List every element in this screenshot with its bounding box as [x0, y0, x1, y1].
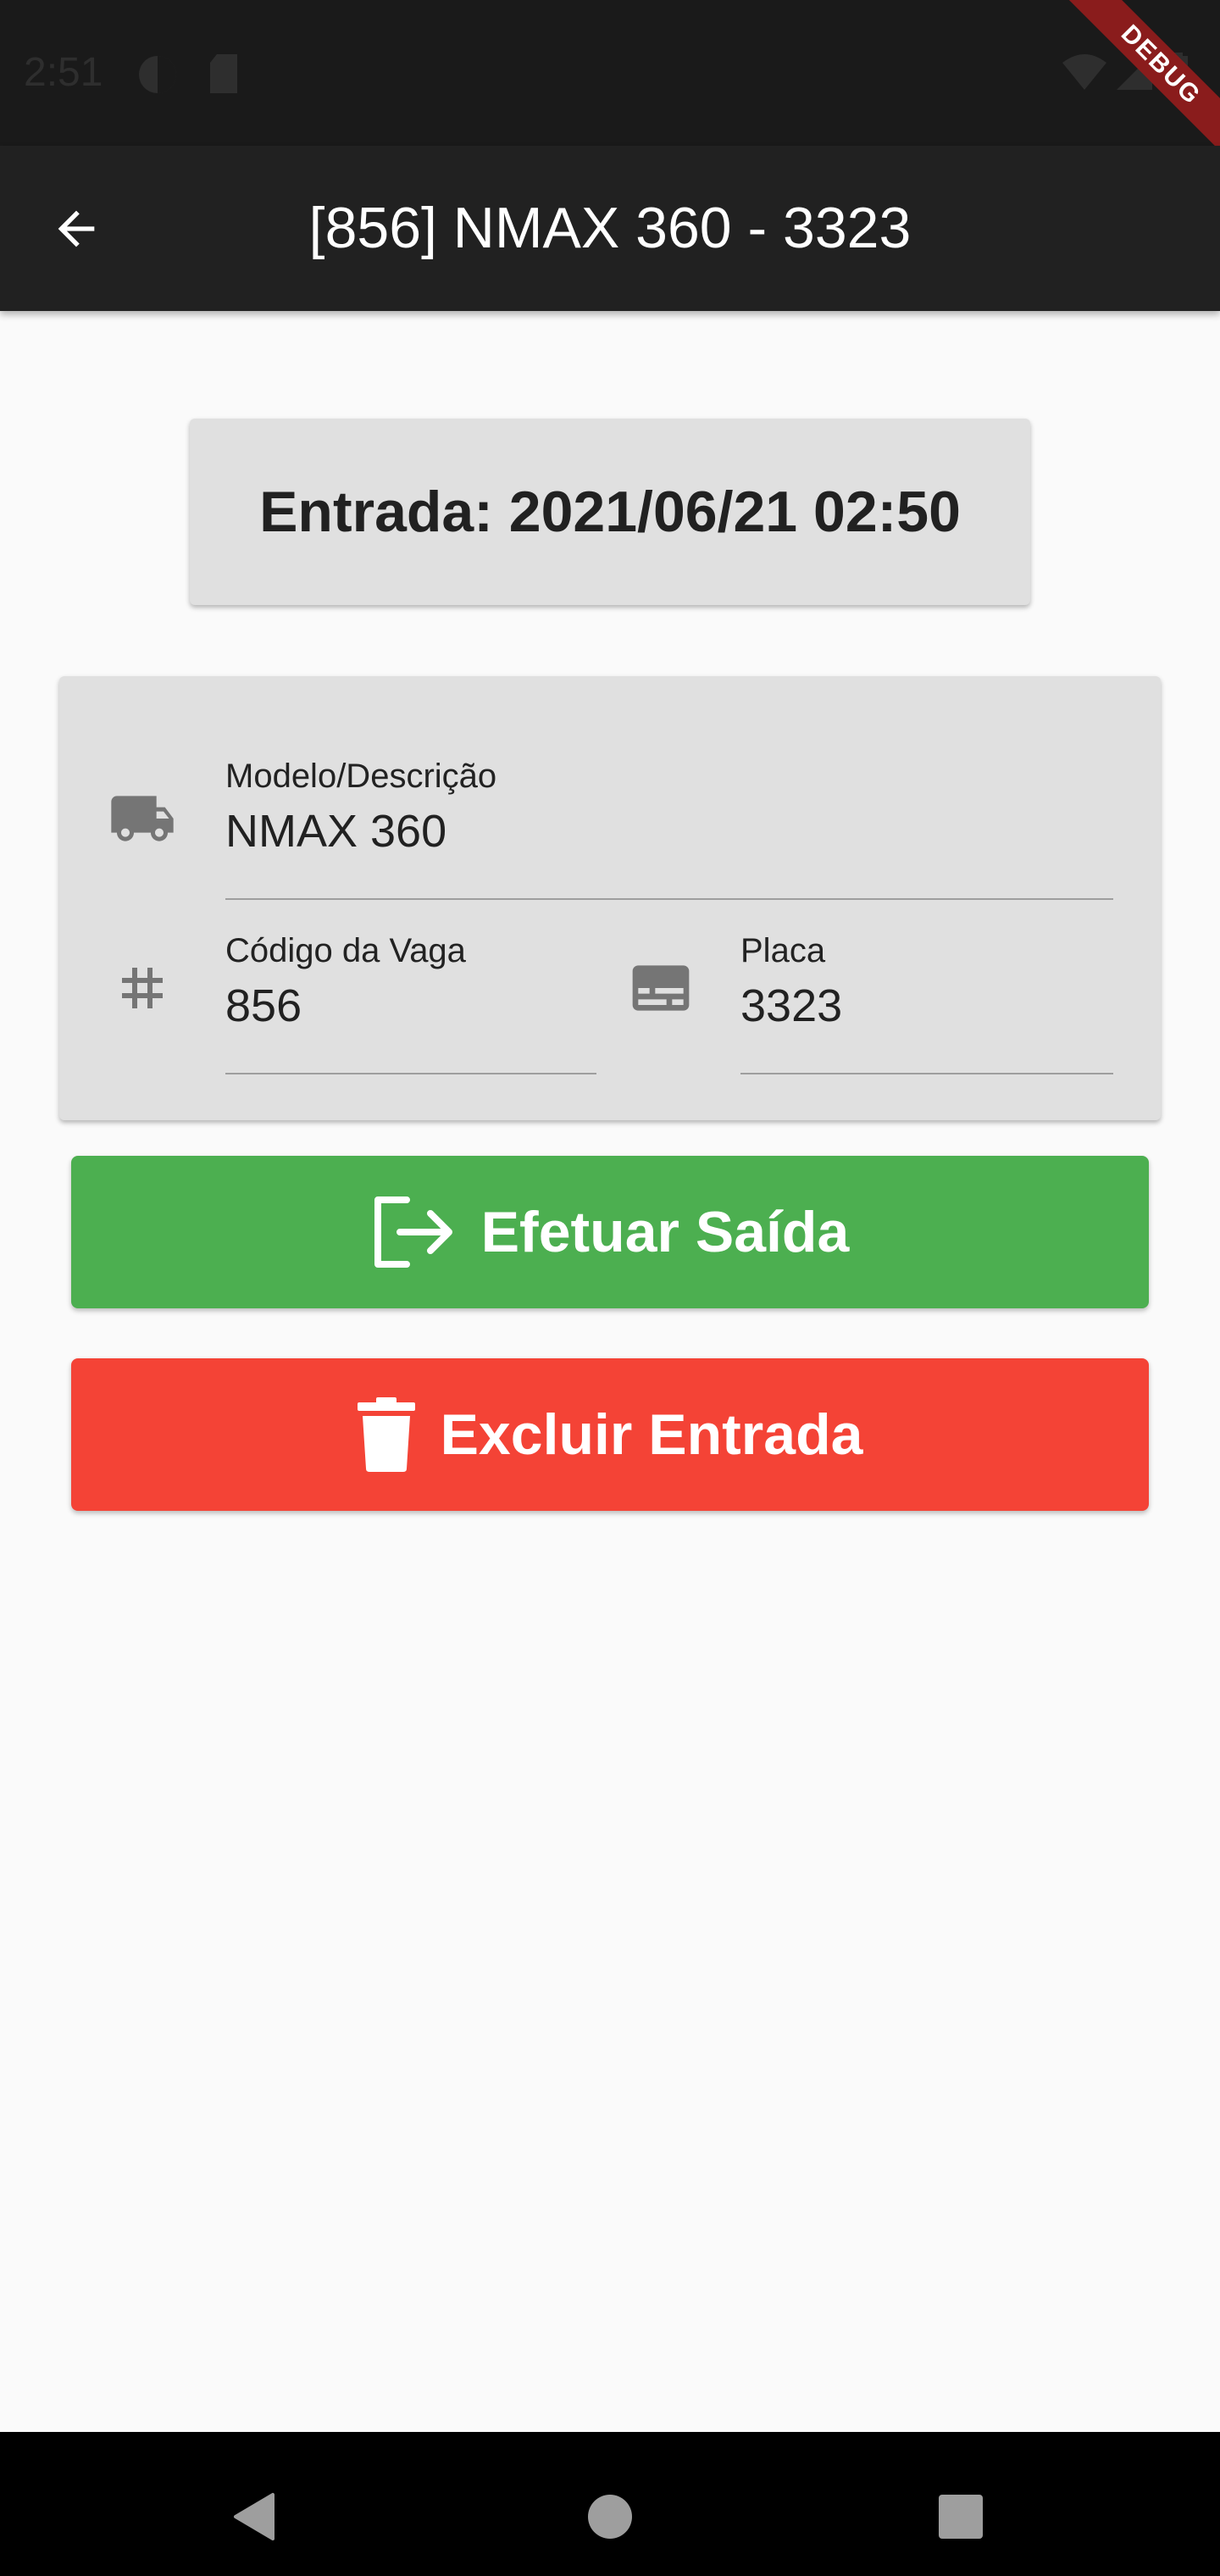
delete-button-label: Excluir Entrada: [440, 1402, 863, 1467]
exit-button-label: Efetuar Saída: [480, 1200, 850, 1264]
home-circle-icon: [588, 2495, 632, 2539]
spot-code-label: Código da Vaga: [225, 932, 466, 969]
wifi-icon: [1061, 53, 1108, 96]
nav-recents-button[interactable]: [918, 2474, 1003, 2559]
plate-underline: [740, 1073, 1113, 1074]
entry-time-card: Entrada: 2021/06/21 02:50: [190, 419, 1030, 605]
model-value[interactable]: NMAX 360: [225, 805, 446, 858]
system-nav-bar: [0, 2432, 1220, 2576]
nav-home-button[interactable]: [568, 2474, 652, 2559]
plate-value[interactable]: 3323: [740, 980, 842, 1032]
spot-code-field[interactable]: Código da Vaga 856: [59, 905, 610, 1120]
trash-icon: [357, 1397, 415, 1472]
logout-icon: [374, 1196, 452, 1268]
spot-code-underline: [225, 1073, 596, 1074]
spot-code-value[interactable]: 856: [225, 980, 302, 1032]
sd-card-icon: [207, 53, 241, 99]
hash-icon: [112, 958, 173, 1023]
model-field[interactable]: Modelo/Descrição NMAX 360: [59, 676, 1161, 905]
back-triangle-icon: [234, 2493, 274, 2540]
subtitles-icon: [627, 954, 695, 1026]
model-label: Modelo/Descrição: [225, 758, 497, 795]
status-bar: 2:51 DEBUG: [0, 0, 1220, 186]
arrow-back-icon: [58, 210, 95, 247]
status-time: 2:51: [24, 50, 103, 95]
data-saver-icon: [136, 53, 180, 101]
entry-time-text: Entrada: 2021/06/21 02:50: [259, 480, 961, 544]
truck-icon: [108, 785, 176, 857]
nav-back-button[interactable]: [212, 2474, 297, 2559]
recents-square-icon: [939, 2495, 983, 2539]
vehicle-form-card: Modelo/Descrição NMAX 360 Código da Vaga…: [59, 676, 1161, 1120]
app-bar: [856] NMAX 360 - 3323: [0, 146, 1220, 311]
exit-button[interactable]: Efetuar Saída: [71, 1156, 1149, 1308]
plate-field[interactable]: Placa 3323: [610, 905, 1161, 1120]
delete-button[interactable]: Excluir Entrada: [71, 1358, 1149, 1511]
back-button[interactable]: [34, 186, 119, 271]
plate-label: Placa: [740, 932, 826, 969]
page-title: [856] NMAX 360 - 3323: [308, 196, 912, 260]
model-underline: [225, 898, 1113, 900]
